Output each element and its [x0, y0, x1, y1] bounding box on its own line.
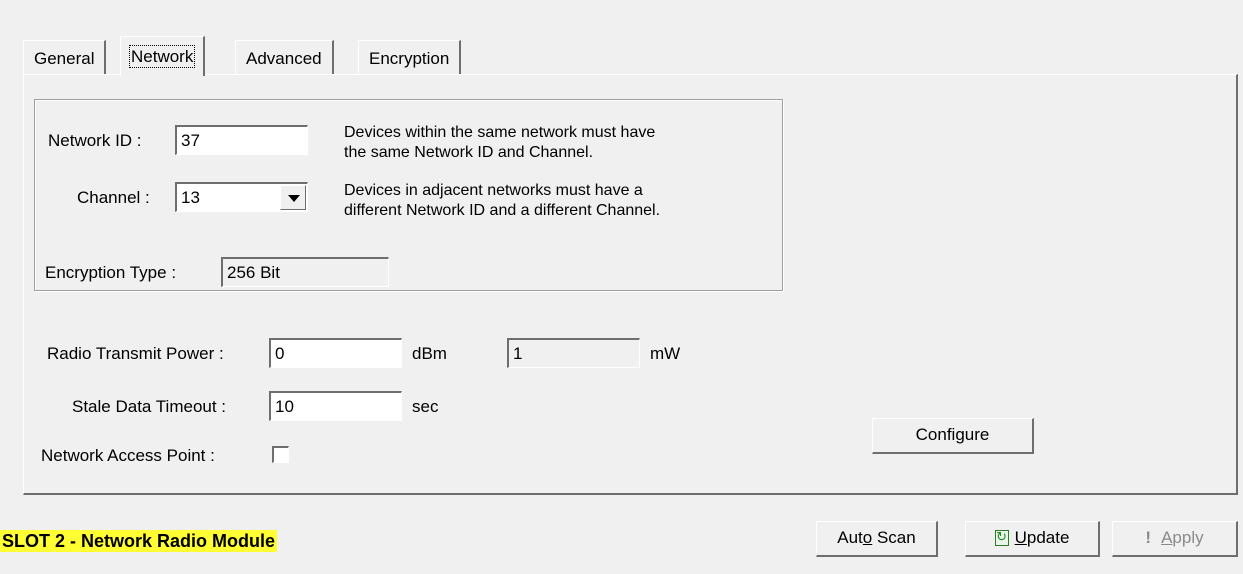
network-id-input[interactable]: 37: [175, 125, 308, 155]
radio-power-unit: dBm: [412, 344, 447, 363]
stale-timeout-input[interactable]: 10: [269, 391, 402, 421]
tab-encryption-label: Encryption: [369, 49, 450, 68]
chevron-down-icon[interactable]: [280, 185, 306, 210]
encryption-type-field: 256 Bit: [221, 257, 389, 287]
help-text-line-3: Devices in adjacent networks must have a: [344, 182, 643, 199]
update-text: pdate: [1026, 528, 1070, 547]
tab-encryption[interactable]: Encryption: [358, 40, 462, 74]
radio-power-mw-field: 1: [507, 338, 640, 368]
update-mnemonic: U: [1014, 528, 1027, 547]
auto-scan-button[interactable]: Auto Scan: [816, 521, 938, 557]
apply-text: pply: [1172, 528, 1204, 547]
update-refresh-icon: [994, 528, 1009, 546]
configure-button[interactable]: Configure: [872, 418, 1034, 454]
stale-timeout-unit: sec: [412, 397, 439, 416]
module-title: SLOT 2 - Network Radio Module: [0, 530, 278, 552]
apply-button[interactable]: ! Apply: [1112, 521, 1238, 557]
auto-scan-text-b: Scan: [872, 528, 916, 547]
update-button[interactable]: Update: [965, 521, 1100, 557]
channel-value: 13: [181, 188, 200, 207]
access-point-checkbox[interactable]: [272, 446, 289, 463]
help-text-line-2: the same Network ID and Channel.: [344, 144, 594, 161]
radio-power-label: Radio Transmit Power :: [47, 344, 224, 363]
tab-advanced[interactable]: Advanced: [235, 40, 334, 74]
tab-general[interactable]: General: [23, 40, 107, 74]
tab-network[interactable]: Network: [120, 36, 206, 76]
tab-general-label: General: [34, 49, 95, 68]
tab-advanced-label: Advanced: [246, 49, 322, 68]
radio-power-input[interactable]: 0: [269, 338, 402, 368]
help-text-line-4: different Network ID and a different Cha…: [344, 202, 661, 219]
apply-mnemonic: A: [1161, 528, 1173, 547]
channel-label: Channel :: [77, 188, 150, 207]
exclamation-icon: !: [1145, 528, 1152, 547]
radio-power-mw-unit: mW: [650, 344, 681, 363]
network-id-label: Network ID :: [48, 131, 142, 150]
auto-scan-mnemonic: o: [862, 528, 873, 547]
access-point-label: Network Access Point :: [41, 446, 215, 465]
tab-network-label: Network: [128, 45, 196, 68]
auto-scan-text-a: Aut: [837, 528, 863, 547]
stale-timeout-label: Stale Data Timeout :: [72, 397, 227, 416]
channel-select[interactable]: 13: [175, 182, 308, 212]
help-text-line-1: Devices within the same network must hav…: [344, 124, 656, 141]
encryption-type-label: Encryption Type :: [45, 263, 177, 282]
